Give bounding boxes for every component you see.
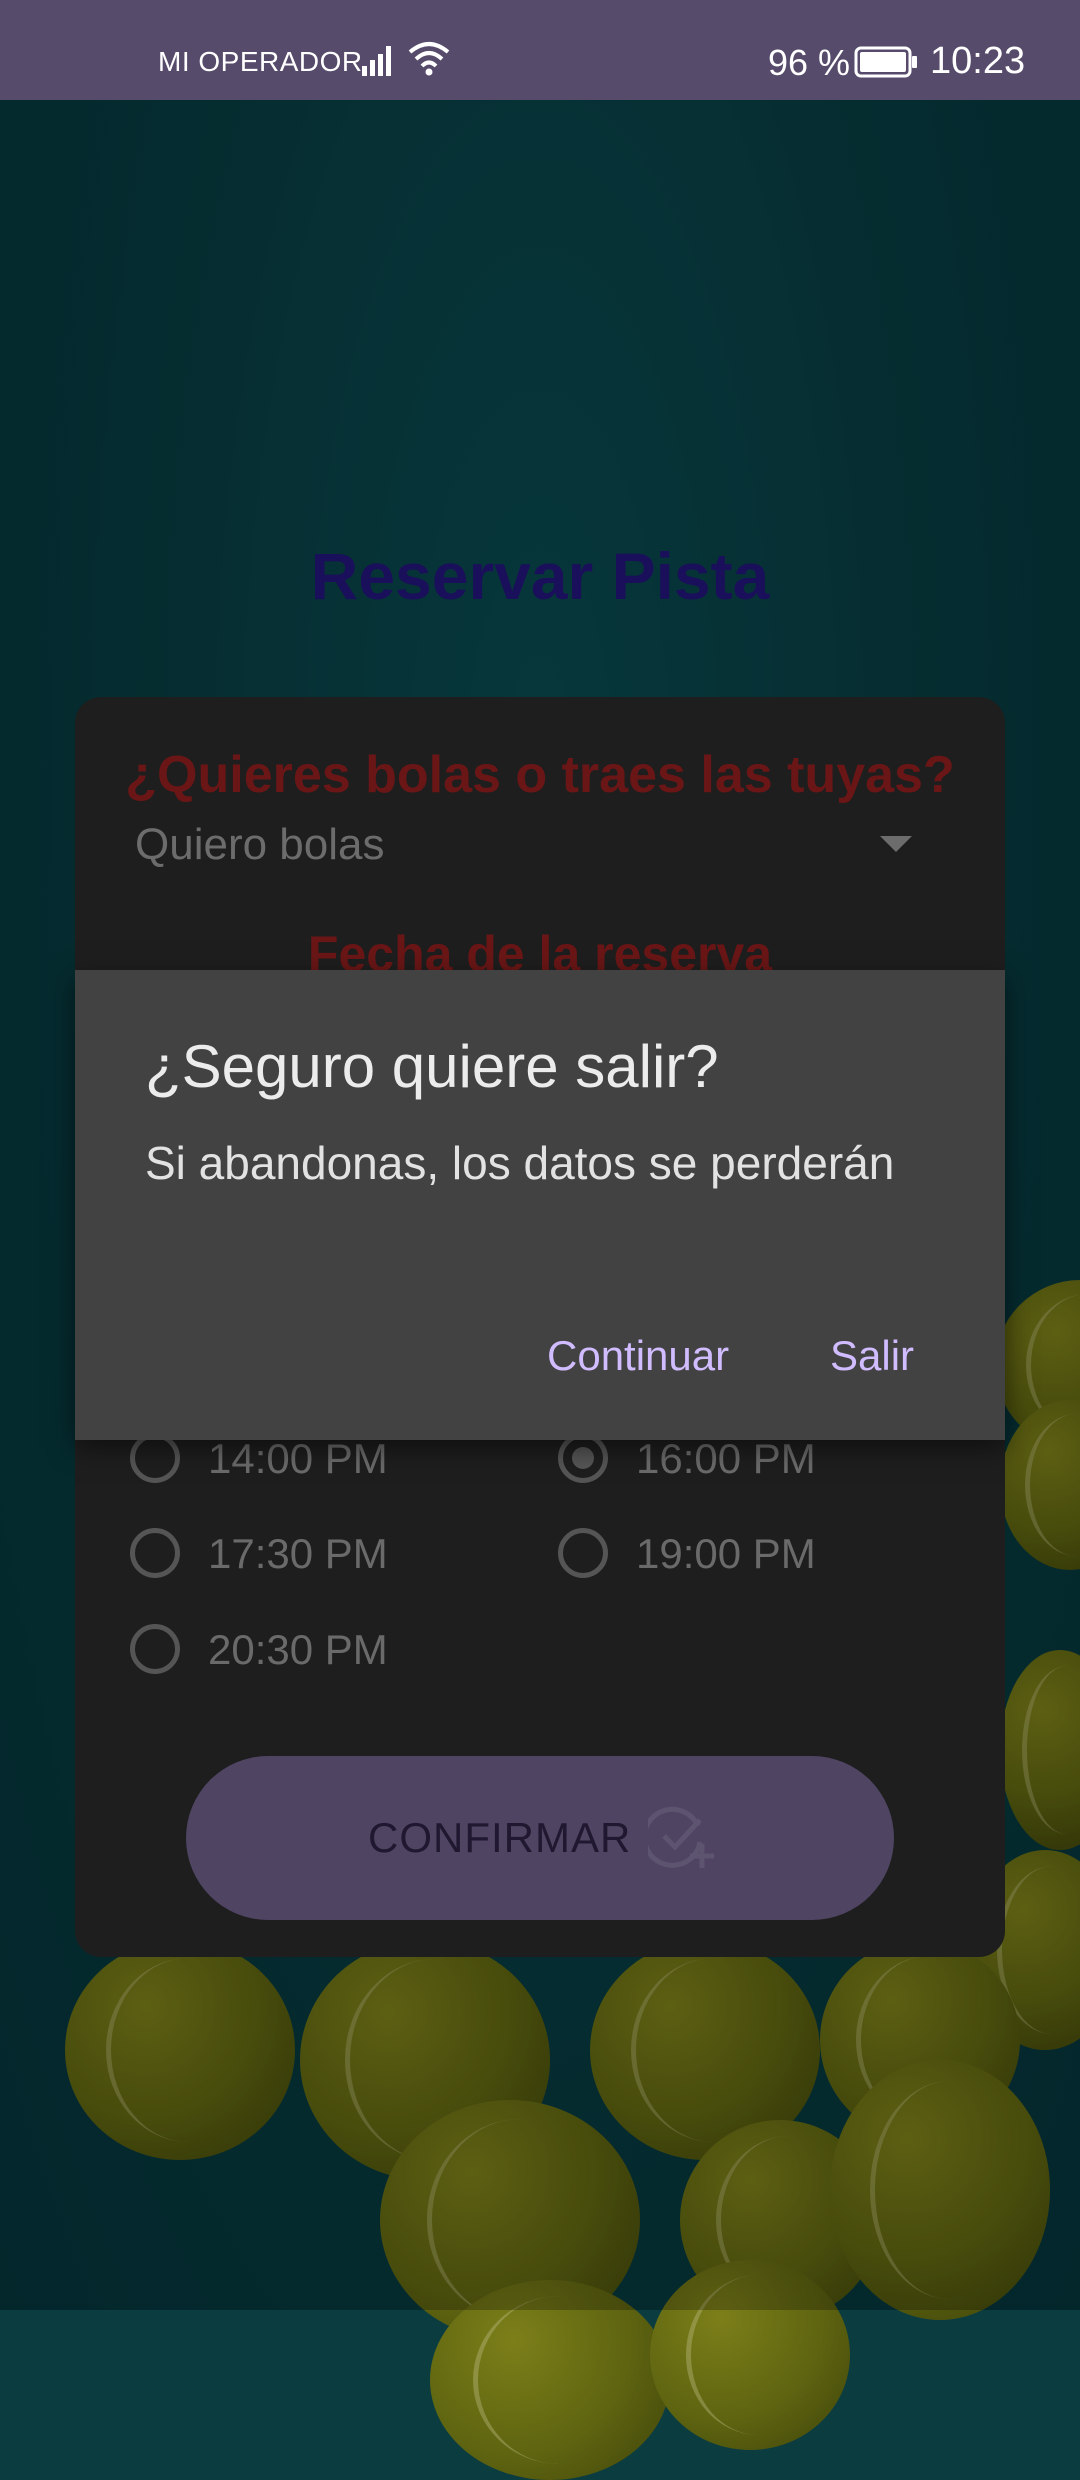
battery-icon (854, 46, 918, 83)
radio-button[interactable] (558, 1528, 608, 1578)
exit-confirm-dialog: ¿Seguro quiere salir? Si abandonas, los … (75, 970, 1005, 1440)
confirm-button-label: CONFIRMAR (368, 1814, 632, 1861)
wifi-icon (408, 40, 450, 81)
time-slot-label: 16:00 PM (636, 1435, 816, 1482)
carrier-name: MI OPERADOR (158, 46, 363, 77)
radio-button[interactable] (130, 1624, 180, 1674)
balls-dropdown[interactable]: Quiero bolas (135, 820, 384, 870)
time-slot-label: 17:30 PM (208, 1530, 388, 1577)
radio-button[interactable] (130, 1433, 180, 1483)
continue-button[interactable]: Continuar (547, 1332, 729, 1380)
page-title: Reservar Pista (310, 539, 770, 613)
battery-percentage: 96 % (768, 42, 851, 83)
confirm-button[interactable]: CONFIRMAR (186, 1756, 894, 1920)
date-heading: Fecha de la reserva (307, 926, 773, 970)
time-slot-label: 19:00 PM (636, 1530, 816, 1577)
exit-button[interactable]: Salir (830, 1332, 914, 1380)
signal-icon (362, 44, 396, 81)
check-add-icon (641, 1806, 718, 1875)
dialog-title: ¿Seguro quiere salir? (145, 1033, 719, 1100)
dialog-message: Si abandonas, los datos se perderán (145, 1137, 895, 1189)
radio-button-selected[interactable] (558, 1433, 608, 1483)
balls-question-label: ¿Quieres bolas o traes las tuyas? (125, 746, 955, 804)
dropdown-arrow-icon[interactable] (880, 836, 912, 852)
time-slot-label: 20:30 PM (208, 1626, 388, 1673)
time-slot-label: 14:00 PM (208, 1435, 388, 1482)
radio-button[interactable] (130, 1528, 180, 1578)
status-bar: MI OPERADOR 96 % 10:23 (0, 0, 1080, 100)
clock: 10:23 (930, 40, 1026, 82)
